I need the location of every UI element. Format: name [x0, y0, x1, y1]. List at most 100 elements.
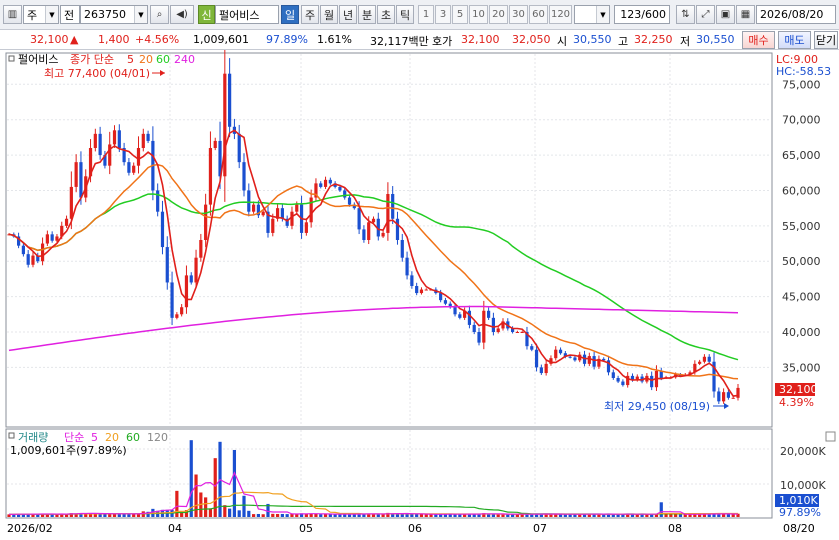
stock-code-input[interactable]: 263750 ▼ [80, 5, 148, 24]
volume-bar [237, 510, 241, 517]
interval-120-button[interactable]: 120 [549, 5, 572, 24]
chevron-down-icon: ▼ [134, 6, 147, 23]
candle-body [405, 257, 409, 276]
candle-body [93, 133, 97, 148]
chart-menu-icon[interactable]: ▥ [3, 5, 22, 24]
period-type-select[interactable]: 전 [60, 5, 80, 24]
volume-bar [674, 514, 678, 517]
chevron-down-icon: ▼ [45, 6, 58, 23]
interval-1-button[interactable]: 1 [418, 5, 434, 24]
volume-bar [659, 502, 663, 517]
candle-body [386, 194, 390, 233]
market-select-value: 주 [27, 8, 38, 22]
high-price: 32,250 [634, 33, 673, 46]
draw-tool-icon[interactable]: ⤢ [696, 5, 715, 24]
period-type-value: 전 [64, 8, 75, 22]
current-volume-pct: 97.89% [779, 506, 821, 519]
candle-body [45, 234, 49, 244]
candle-body [568, 356, 572, 358]
interval-5-button[interactable]: 5 [452, 5, 468, 24]
period-minute-button[interactable]: 분 [358, 5, 376, 24]
volume-bar [275, 513, 280, 517]
candle-body [592, 356, 596, 367]
interval-10-label: 10 [472, 9, 485, 20]
interval-60-button[interactable]: 60 [529, 5, 548, 24]
volume-value: 1,009,601 [193, 33, 249, 46]
stock-name-field[interactable]: 펄어비스 [215, 5, 279, 24]
high-label: 고 [618, 35, 629, 48]
search-icon[interactable]: ⌕ [150, 5, 169, 24]
candle-body [117, 130, 121, 148]
legend-ma20: 20 [139, 53, 153, 66]
x-label-05: 05 [299, 522, 313, 535]
interval-30-label: 30 [512, 9, 525, 20]
candle-body [180, 307, 184, 315]
period-tick-button[interactable]: 틱 [396, 5, 414, 24]
candle-body [98, 133, 102, 156]
volume-bar [419, 514, 424, 517]
candle-body [55, 236, 59, 241]
candle-body [343, 190, 347, 198]
candle-body [391, 194, 395, 219]
interval-3-button[interactable]: 3 [435, 5, 451, 24]
panel-expand-icon[interactable] [825, 431, 836, 442]
volume-legend-ma20: 20 [105, 431, 119, 444]
candle-body [261, 211, 265, 216]
chart-area[interactable]: 펄어비스 종가 단순 5 20 60 240 최고 77,400 (04/01)… [0, 35, 839, 540]
volume-value-text: 1,009,601주(97.89%) [10, 444, 127, 457]
stock-chart[interactable]: 펄어비스 종가 단순 5 20 60 240 최고 77,400 (04/01)… [0, 35, 839, 540]
candle-body [371, 218, 376, 223]
period-day-button[interactable]: 일 [281, 5, 299, 24]
market-select[interactable]: 주 ▼ [23, 5, 59, 24]
speaker-icon[interactable]: ◀) [170, 5, 194, 24]
candle-type-icon[interactable]: ⇅ [676, 5, 695, 24]
candle-body [204, 204, 208, 240]
period-month-label: 월 [323, 8, 335, 22]
x-label-08: 08 [668, 522, 682, 535]
candle-body [194, 257, 198, 283]
legend-ma60: 60 [156, 53, 170, 66]
x-label-07: 07 [533, 522, 547, 535]
chevron-down-icon: ▼ [596, 6, 609, 23]
bid-price: 32,050 [512, 33, 551, 46]
volume-bar [208, 508, 213, 517]
date-field[interactable]: 2026/08/20 [756, 5, 836, 24]
candle-body [26, 254, 30, 265]
volume-bar [194, 474, 198, 517]
period-second-button[interactable]: 초 [377, 5, 395, 24]
candle-body [237, 133, 241, 163]
candle-body [587, 356, 591, 364]
candle-body [79, 162, 83, 198]
candle-body [347, 197, 352, 205]
period-tick-label: 틱 [399, 8, 411, 22]
calendar-icon[interactable]: ▦ [736, 5, 755, 24]
date-value: 2026/08/20 [760, 8, 824, 21]
period-year-button[interactable]: 년 [339, 5, 357, 24]
interval-20-label: 20 [492, 9, 505, 20]
candle-body [295, 204, 299, 212]
volume-tick-10000k: 10,000K [780, 479, 826, 492]
interval-20-button[interactable]: 20 [489, 5, 508, 24]
candle-body [213, 140, 217, 148]
save-icon[interactable]: ▣ [716, 5, 735, 24]
candle-body [410, 275, 414, 286]
count-field[interactable]: 123/600 [614, 5, 670, 24]
candle-body [558, 349, 563, 354]
volume-legend-ma5: 5 [91, 431, 98, 444]
candle-body [453, 307, 457, 315]
candle-body [175, 314, 179, 318]
candle-body [650, 375, 654, 388]
period-month-button[interactable]: 월 [320, 5, 338, 24]
candle-body [621, 381, 625, 386]
interval-custom-select[interactable]: ▼ [574, 5, 610, 24]
price-tick-label: 70,000 [782, 114, 821, 127]
buy-button[interactable]: 매수 [742, 31, 775, 49]
legend-ma5: 5 [127, 53, 134, 66]
candle-body [189, 275, 193, 283]
interval-10-button[interactable]: 10 [469, 5, 488, 24]
close-button[interactable]: 닫기 [814, 31, 838, 49]
period-week-button[interactable]: 주 [301, 5, 319, 24]
sell-button[interactable]: 매도 [778, 31, 811, 49]
current-price-tag-text: 32,100 [779, 383, 818, 396]
interval-30-button[interactable]: 30 [509, 5, 528, 24]
